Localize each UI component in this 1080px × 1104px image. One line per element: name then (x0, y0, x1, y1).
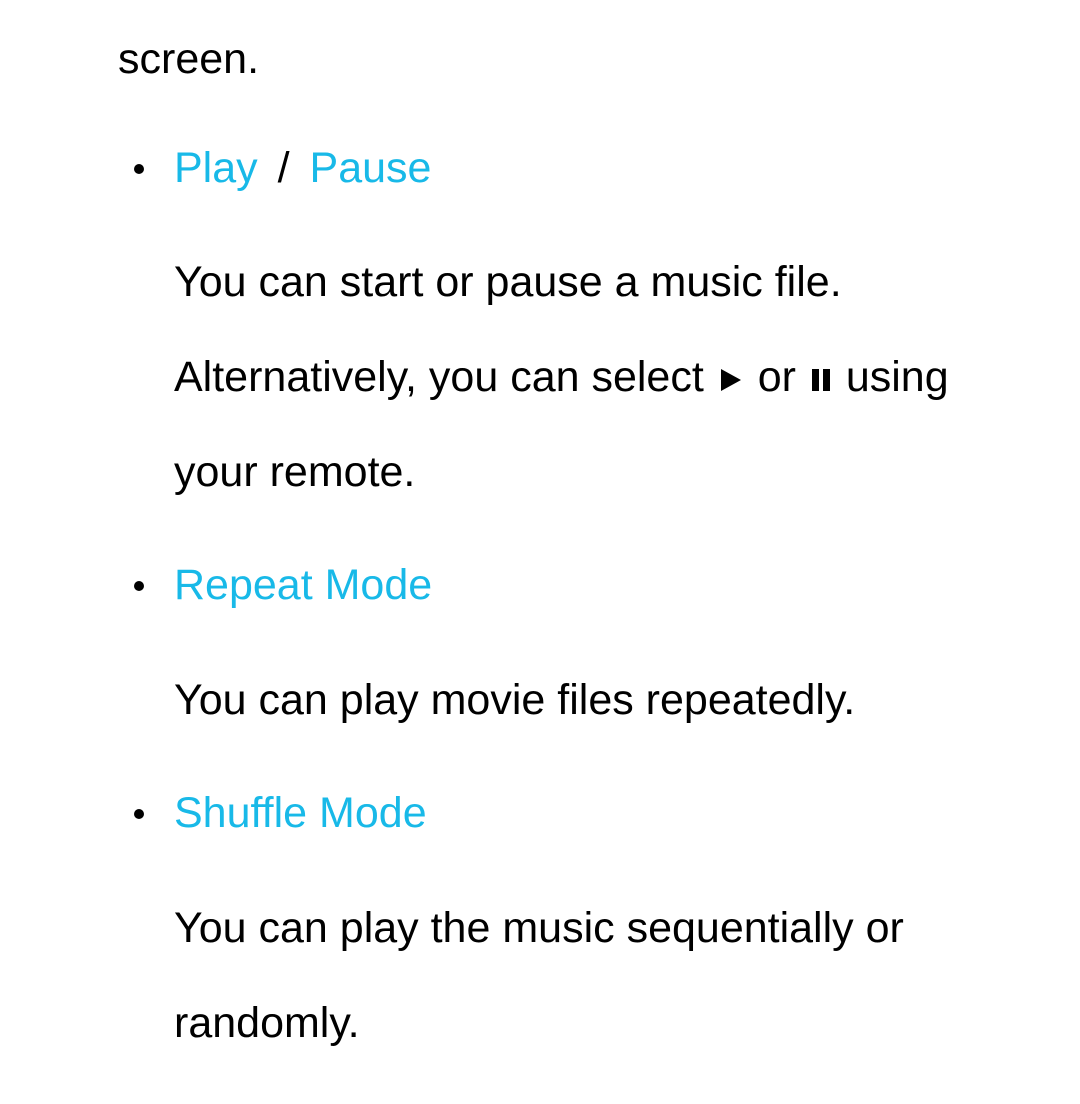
document-page: screen. Play / Pause You can start or pa… (0, 0, 1080, 1104)
list-item: Repeat Mode You can play movie files rep… (118, 559, 1020, 747)
feature-list: Play / Pause You can start or pause a mu… (118, 142, 1020, 1104)
play-icon (718, 367, 744, 393)
item-description: You can start or pause a music file. Alt… (174, 235, 1020, 519)
title-separator: / (270, 144, 298, 192)
pause-label: Pause (310, 144, 432, 192)
shuffle-mode-label: Shuffle Mode (174, 789, 427, 837)
pause-icon (810, 367, 832, 393)
desc-text: or (758, 353, 796, 401)
item-title: Repeat Mode (174, 559, 1020, 613)
list-item: Shuffle Mode You can play the music sequ… (118, 787, 1020, 1070)
list-item: Play / Pause You can start or pause a mu… (118, 142, 1020, 520)
repeat-mode-label: Repeat Mode (174, 561, 432, 609)
lead-fragment: screen. (118, 34, 1020, 86)
item-title: Play / Pause (174, 142, 1020, 196)
item-description: You can play the music sequentially or r… (174, 881, 1020, 1070)
item-description: You can play movie files repeatedly. (174, 653, 1020, 748)
item-title: Shuffle Mode (174, 787, 1020, 841)
play-label: Play (174, 144, 258, 192)
